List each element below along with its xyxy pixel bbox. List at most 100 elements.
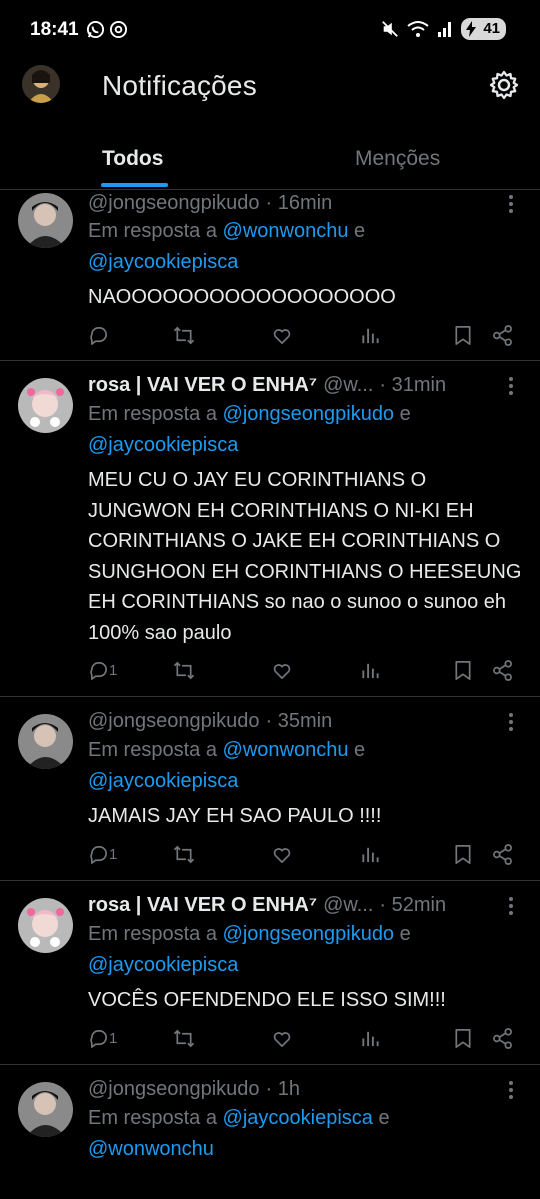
- like-button[interactable]: [271, 325, 293, 346]
- tweet[interactable]: @jongseongpikudo · 35min Em resposta a @…: [0, 697, 540, 881]
- retweet-button[interactable]: [172, 325, 196, 346]
- mention-link[interactable]: @jongseongpikudo: [223, 923, 395, 945]
- tweet-time: · 16min: [265, 192, 333, 214]
- views-button[interactable]: [360, 660, 380, 681]
- tweet-author-name[interactable]: rosa | VAI VER O ENHA⁷: [88, 894, 317, 917]
- bookmark-icon: [455, 661, 471, 680]
- mention-link[interactable]: @wonwonchu: [88, 1138, 214, 1160]
- reply-count: 1: [109, 662, 118, 679]
- mention-link[interactable]: @wonwonchu: [223, 739, 349, 761]
- more-icon[interactable]: [508, 1080, 514, 1100]
- tab-todos[interactable]: Todos: [102, 147, 163, 171]
- like-button[interactable]: [271, 660, 293, 681]
- tweet-time: · 31min: [379, 374, 447, 396]
- retweet-button[interactable]: [172, 660, 196, 681]
- retweet-icon: [173, 845, 195, 864]
- tab-bar: Todos Menções: [0, 130, 540, 190]
- tweet-text: VOCÊS OFENDENDO ELE ISSO SIM!!!: [88, 989, 446, 1011]
- tweet-handle[interactable]: @w...: [323, 374, 373, 397]
- threads-icon: [109, 20, 128, 39]
- whatsapp-icon: [86, 20, 105, 39]
- like-button[interactable]: [271, 1028, 293, 1049]
- mention-link[interactable]: @jaycookiepisca: [223, 1107, 373, 1129]
- battery-level: 41: [483, 20, 500, 37]
- views-icon: [362, 328, 379, 344]
- retweet-icon: [173, 1029, 195, 1048]
- like-button[interactable]: [271, 844, 293, 865]
- share-button[interactable]: [492, 844, 513, 865]
- mention-link[interactable]: @jaycookiepisca: [88, 434, 238, 456]
- mention-link[interactable]: @jaycookiepisca: [88, 954, 238, 976]
- bookmark-icon: [455, 845, 471, 864]
- more-icon[interactable]: [508, 896, 514, 916]
- views-button[interactable]: [360, 1028, 380, 1049]
- more-icon[interactable]: [508, 194, 514, 214]
- share-icon: [493, 844, 512, 865]
- avatar[interactable]: [18, 714, 73, 769]
- tweet-handle[interactable]: @jongseongpikudo: [88, 1078, 260, 1101]
- reply-context: Em resposta a @jaycookiepisca e @wonwonch…: [88, 1107, 390, 1160]
- share-button[interactable]: [492, 1028, 513, 1049]
- avatar[interactable]: [18, 1082, 73, 1137]
- tweet-author-name[interactable]: rosa | VAI VER O ENHA⁷: [88, 374, 317, 397]
- mention-link[interactable]: @jaycookiepisca: [88, 770, 238, 792]
- tweet-actions: 1: [88, 844, 518, 868]
- views-button[interactable]: [360, 844, 380, 865]
- tweet[interactable]: @jongseongpikudo · 1h Em resposta a @jay…: [0, 1065, 540, 1199]
- tweet-actions: 1: [88, 1028, 518, 1052]
- tweet-text: JAMAIS JAY EH SAO PAULO !!!!: [88, 805, 382, 827]
- tweet-text: NAOOOOOOOOOOOOOOOOOO: [88, 286, 396, 308]
- battery-icon: [466, 21, 477, 37]
- reply-icon: [90, 846, 107, 864]
- profile-avatar[interactable]: [22, 65, 60, 103]
- tweet[interactable]: rosa | VAI VER O ENHA⁷ @w... · 31min Em …: [0, 361, 540, 697]
- more-icon[interactable]: [508, 376, 514, 396]
- tweet-actions: [88, 325, 518, 349]
- mute-icon: [382, 21, 399, 37]
- settings-gear-icon[interactable]: [488, 69, 520, 101]
- status-time: 18:41: [30, 19, 79, 40]
- mention-link[interactable]: @wonwonchu: [223, 220, 349, 242]
- avatar[interactable]: [18, 378, 73, 433]
- tweet[interactable]: @jongseongpikudo · 16min Em resposta a @…: [0, 190, 540, 361]
- tweet-time: · 52min: [379, 894, 447, 916]
- bookmark-button[interactable]: [454, 660, 472, 681]
- share-button[interactable]: [492, 325, 513, 346]
- reply-context: Em resposta a @jongseongpikudo e @jaycook…: [88, 923, 411, 976]
- avatar[interactable]: [18, 898, 73, 953]
- reply-count: 1: [109, 846, 118, 863]
- reply-icon: [90, 327, 107, 345]
- bookmark-button[interactable]: [454, 325, 472, 346]
- tweet-handle[interactable]: @w...: [323, 894, 373, 917]
- reply-button[interactable]: [88, 325, 109, 346]
- mention-link[interactable]: @jongseongpikudo: [223, 403, 395, 425]
- more-icon[interactable]: [508, 712, 514, 732]
- retweet-button[interactable]: [172, 1028, 196, 1049]
- tab-mencoes[interactable]: Menções: [355, 147, 440, 171]
- avatar[interactable]: [18, 193, 73, 248]
- status-bar: 18:41 41: [0, 0, 540, 60]
- tweet-handle[interactable]: @jongseongpikudo: [88, 192, 260, 215]
- retweet-icon: [173, 326, 195, 345]
- app-header: Notificações: [0, 60, 540, 112]
- views-button[interactable]: [360, 325, 380, 346]
- share-icon: [493, 325, 512, 346]
- tweet-text: MEU CU O JAY EU CORINTHIANS O JUNGWON EH…: [88, 469, 522, 644]
- reply-icon: [90, 662, 107, 680]
- share-button[interactable]: [492, 660, 513, 681]
- reply-button[interactable]: 1: [88, 660, 117, 681]
- reply-button[interactable]: 1: [88, 844, 117, 865]
- bookmark-button[interactable]: [454, 844, 472, 865]
- retweet-button[interactable]: [172, 844, 196, 865]
- reply-button[interactable]: 1: [88, 1028, 117, 1049]
- like-icon: [273, 664, 291, 679]
- tweet-handle[interactable]: @jongseongpikudo: [88, 710, 260, 733]
- retweet-icon: [173, 661, 195, 680]
- signal-icon: [438, 22, 452, 37]
- like-icon: [273, 1032, 291, 1047]
- bookmark-icon: [455, 1029, 471, 1048]
- bookmark-button[interactable]: [454, 1028, 472, 1049]
- mention-link[interactable]: @jaycookiepisca: [88, 251, 238, 273]
- tweet[interactable]: rosa | VAI VER O ENHA⁷ @w... · 52min Em …: [0, 881, 540, 1065]
- notifications-feed: @jongseongpikudo · 16min Em resposta a @…: [0, 190, 540, 1199]
